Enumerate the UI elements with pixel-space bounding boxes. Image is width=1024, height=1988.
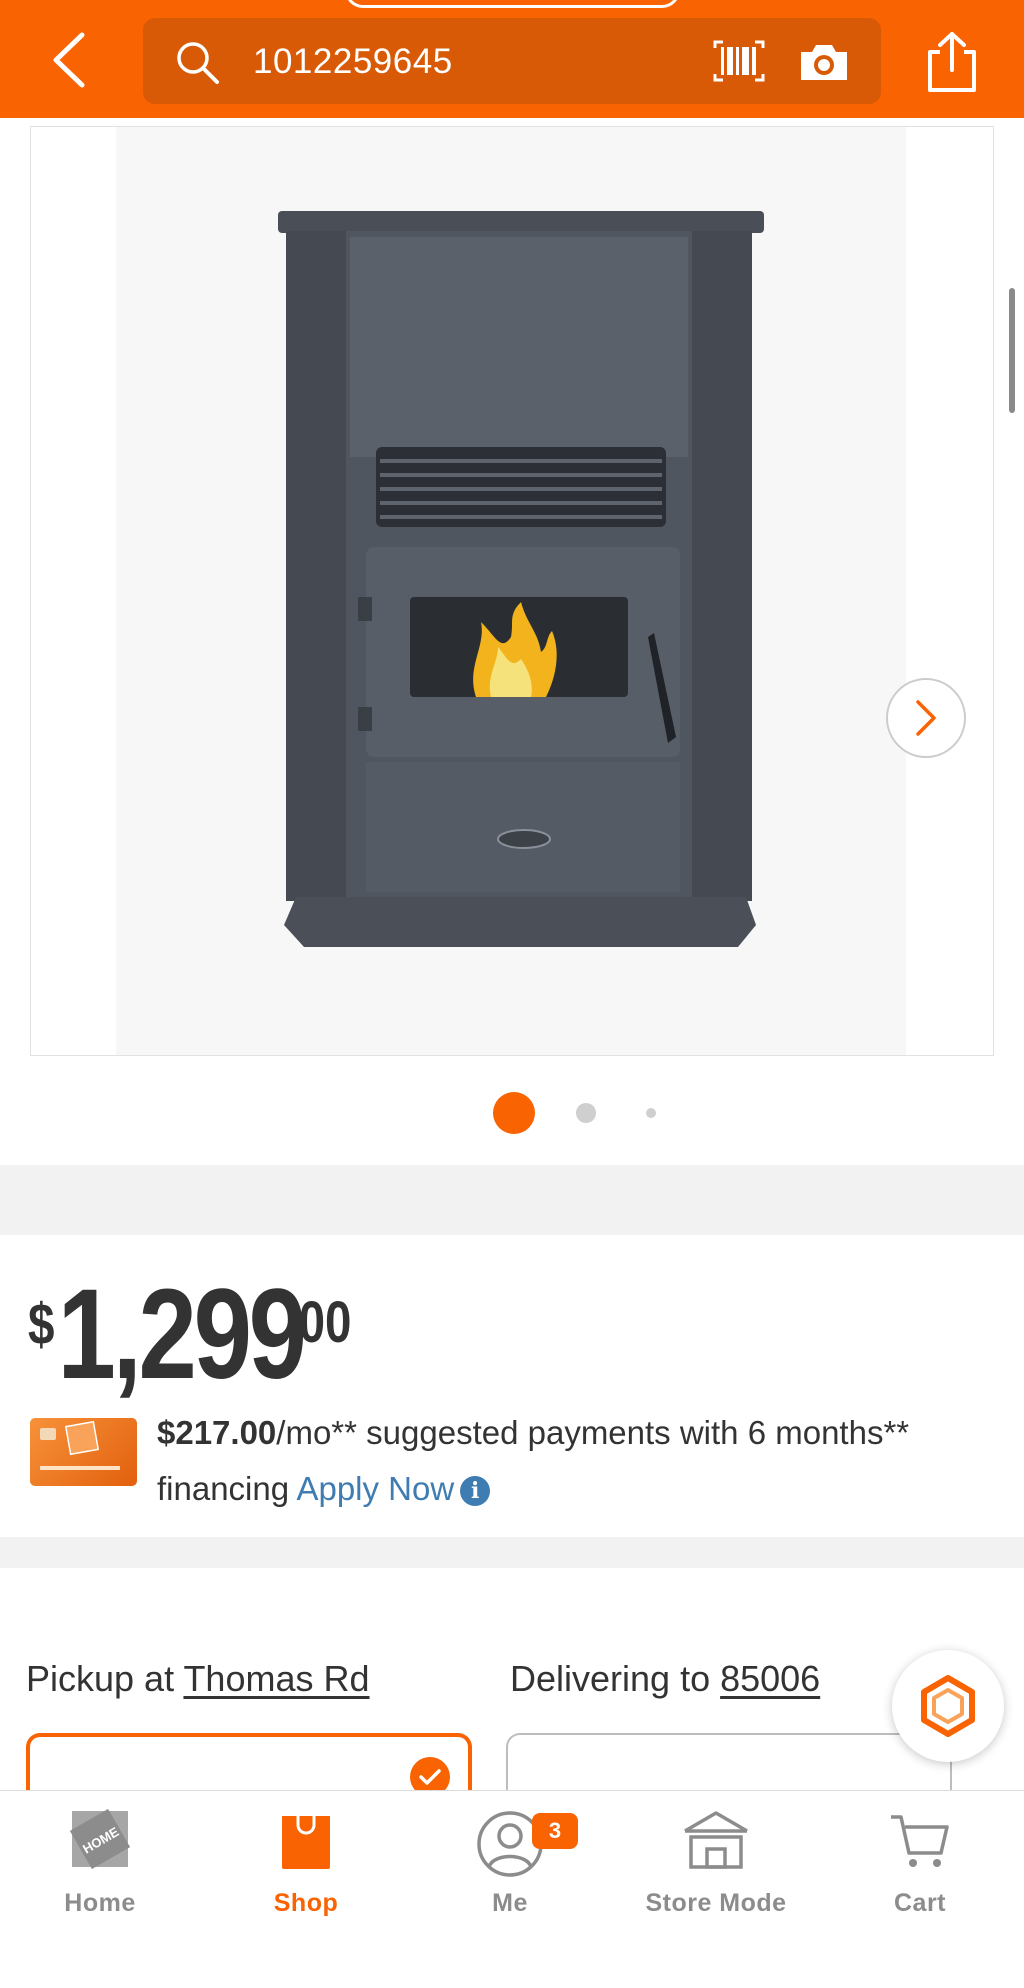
chat-assistant-button[interactable] — [892, 1650, 1004, 1762]
product-image-card — [0, 118, 1024, 1165]
nav-label-home: Home — [64, 1889, 136, 1917]
scrollbar-thumb[interactable] — [1009, 288, 1015, 413]
info-icon[interactable]: i — [460, 1476, 491, 1507]
price-currency-symbol: $ — [28, 1292, 55, 1357]
device-notch — [345, 0, 680, 8]
store-icon — [684, 1811, 748, 1869]
pickup-store-label: Pickup at Thomas Rd — [26, 1658, 370, 1700]
notification-badge: 3 — [532, 1813, 578, 1849]
nav-item-store-mode[interactable]: Store Mode — [626, 1809, 806, 1929]
nav-item-home[interactable]: HOME Home — [10, 1809, 190, 1929]
chevron-right-icon — [916, 700, 936, 736]
chevron-left-icon — [53, 32, 85, 88]
bottom-navigation: HOME Home Shop 3 Me Store Mode Cart — [0, 1790, 1024, 1932]
pickup-prefix: Pickup at — [26, 1658, 184, 1699]
price-card: $ 1,299 00 $217.00/mo** suggested paymen… — [0, 1235, 1024, 1537]
nav-label-shop: Shop — [273, 1889, 339, 1917]
home-depot-logo-icon: HOME — [70, 1809, 130, 1869]
nav-label-me: Me — [492, 1889, 528, 1917]
shop-bag-icon — [282, 1814, 330, 1869]
search-input[interactable]: 1012259645 — [253, 42, 453, 82]
pagination-dot[interactable] — [576, 1103, 596, 1123]
nav-label-cart: Cart — [893, 1889, 946, 1917]
next-image-button[interactable] — [886, 678, 966, 758]
search-bar[interactable]: 1012259645 — [143, 18, 881, 104]
chat-assistant-icon — [921, 1675, 975, 1737]
pagination-dot-active[interactable] — [493, 1092, 535, 1134]
barcode-scan-icon[interactable] — [711, 38, 767, 84]
price-cents: 00 — [298, 1290, 352, 1355]
financing-amount: $217.00 — [157, 1414, 277, 1451]
back-button[interactable] — [40, 28, 96, 92]
share-icon[interactable] — [922, 30, 982, 94]
nav-item-shop[interactable]: Shop — [216, 1809, 396, 1929]
nav-item-me[interactable]: 3 Me — [420, 1809, 600, 1929]
search-icon — [177, 42, 219, 84]
app-header: 1012259645 — [0, 0, 1024, 118]
delivery-zip-label: Delivering to 85006 — [510, 1658, 820, 1700]
pickup-store-link[interactable]: Thomas Rd — [183, 1658, 369, 1699]
product-image-frame[interactable] — [30, 126, 994, 1056]
nav-item-cart[interactable]: Cart — [830, 1809, 1010, 1929]
price-dollars: 1,299 — [57, 1263, 308, 1406]
apply-now-link[interactable]: Apply Now — [296, 1470, 454, 1507]
pellet-stove-product-image — [278, 211, 764, 947]
cart-icon — [891, 1815, 949, 1867]
home-depot-credit-card-icon — [30, 1418, 137, 1486]
nav-label-store-mode: Store Mode — [645, 1889, 787, 1917]
financing-offer: $217.00/mo** suggested payments with 6 m… — [157, 1405, 997, 1517]
delivery-zip-link[interactable]: 85006 — [720, 1658, 820, 1699]
image-pagination — [0, 1092, 1024, 1134]
pagination-dot[interactable] — [646, 1108, 656, 1118]
delivery-prefix: Delivering to — [510, 1658, 721, 1699]
camera-icon[interactable] — [798, 40, 850, 84]
